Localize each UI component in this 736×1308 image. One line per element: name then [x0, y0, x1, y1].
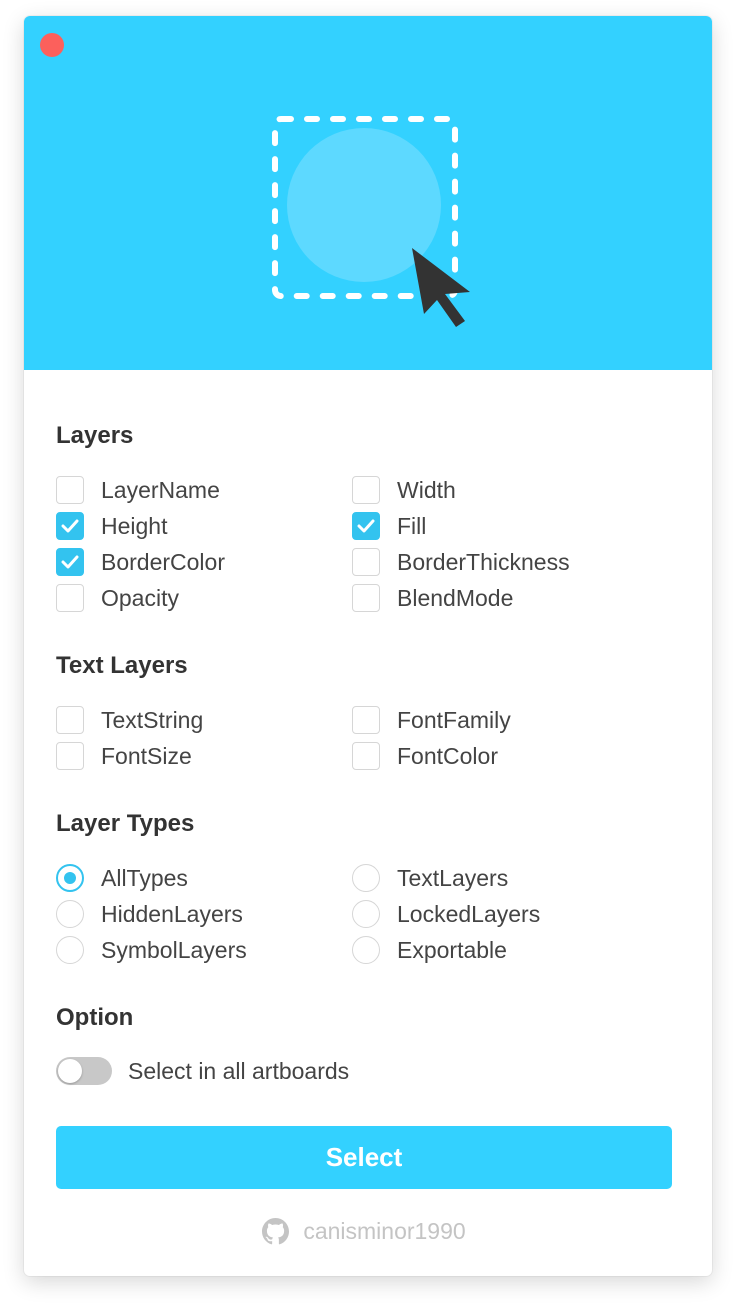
option-label: SymbolLayers — [101, 936, 247, 963]
option-fontfamily[interactable]: FontFamily — [352, 706, 511, 734]
checkbox[interactable] — [352, 512, 380, 540]
option-label: FontFamily — [397, 706, 511, 733]
github-icon — [262, 1217, 290, 1244]
option-label: BlendMode — [397, 584, 514, 611]
option-layername[interactable]: LayerName — [56, 476, 220, 504]
check-icon — [357, 519, 375, 533]
select-all-artboards-toggle[interactable] — [56, 1057, 112, 1085]
checkbox[interactable] — [56, 584, 84, 612]
option-label: Height — [101, 512, 168, 539]
checkbox[interactable] — [352, 548, 380, 576]
plugin-window: Layers LayerName Width Height Fill Borde… — [24, 16, 712, 1276]
option-label: HiddenLayers — [101, 900, 243, 927]
option-label: AllTypes — [101, 864, 188, 891]
option-textstring[interactable]: TextString — [56, 706, 203, 734]
option-hiddenlayers[interactable]: HiddenLayers — [56, 900, 243, 928]
option-exportable[interactable]: Exportable — [352, 936, 507, 964]
select-button[interactable]: Select — [56, 1126, 672, 1189]
check-icon — [61, 555, 79, 569]
radio-button[interactable] — [56, 900, 84, 928]
radio-button[interactable] — [56, 936, 84, 964]
toggle-knob — [58, 1059, 82, 1083]
checkbox[interactable] — [56, 548, 84, 576]
option-opacity[interactable]: Opacity — [56, 584, 179, 612]
checkbox[interactable] — [56, 476, 84, 504]
checkbox[interactable] — [352, 706, 380, 734]
radio-button[interactable] — [352, 936, 380, 964]
checkbox[interactable] — [56, 512, 84, 540]
option-label: TextString — [101, 706, 204, 733]
option-fill[interactable]: Fill — [352, 512, 426, 540]
option-section-title: Option — [56, 1004, 134, 1031]
select-all-artboards-toggle-row[interactable]: Select in all artboards — [56, 1056, 349, 1086]
option-fontsize[interactable]: FontSize — [56, 742, 192, 770]
option-label: TextLayers — [397, 864, 509, 891]
layer-types-section-title: Layer Types — [56, 810, 195, 837]
text-layers-section-title: Text Layers — [56, 652, 188, 679]
radio-button[interactable] — [56, 864, 84, 892]
option-label: BorderColor — [101, 548, 225, 575]
option-fontcolor[interactable]: FontColor — [352, 742, 498, 770]
option-blendmode[interactable]: BlendMode — [352, 584, 513, 612]
option-label: FontColor — [397, 742, 498, 769]
option-label: Width — [397, 476, 456, 503]
checkbox[interactable] — [352, 584, 380, 612]
option-width[interactable]: Width — [352, 476, 456, 504]
layers-section-title: Layers — [56, 422, 134, 449]
github-username: canisminor1990 — [303, 1217, 466, 1244]
option-label: LockedLayers — [397, 900, 541, 927]
toggle-label: Select in all artboards — [128, 1057, 350, 1084]
option-symbollayers[interactable]: SymbolLayers — [56, 936, 247, 964]
footer-github-link[interactable]: canisminor1990 — [56, 1216, 672, 1246]
checkbox[interactable] — [56, 742, 84, 770]
option-label: Exportable — [397, 936, 507, 963]
option-label: BorderThickness — [397, 548, 570, 575]
selection-cursor-illustration — [272, 116, 470, 327]
option-alltypes[interactable]: AllTypes — [56, 864, 188, 892]
checkbox[interactable] — [56, 706, 84, 734]
checkbox[interactable] — [352, 742, 380, 770]
option-bordercolor[interactable]: BorderColor — [56, 548, 225, 576]
close-button[interactable] — [40, 33, 64, 57]
option-label: LayerName — [101, 476, 220, 503]
cursor-icon — [412, 248, 470, 327]
option-label: Opacity — [101, 584, 179, 611]
radio-button[interactable] — [352, 900, 380, 928]
option-label: Fill — [397, 512, 427, 539]
radio-button[interactable] — [352, 864, 380, 892]
option-label: FontSize — [101, 742, 192, 769]
option-borderthickness[interactable]: BorderThickness — [352, 548, 570, 576]
option-textlayers[interactable]: TextLayers — [352, 864, 508, 892]
hero-banner — [24, 16, 712, 370]
option-lockedlayers[interactable]: LockedLayers — [352, 900, 540, 928]
option-height[interactable]: Height — [56, 512, 167, 540]
check-icon — [61, 519, 79, 533]
checkbox[interactable] — [352, 476, 380, 504]
